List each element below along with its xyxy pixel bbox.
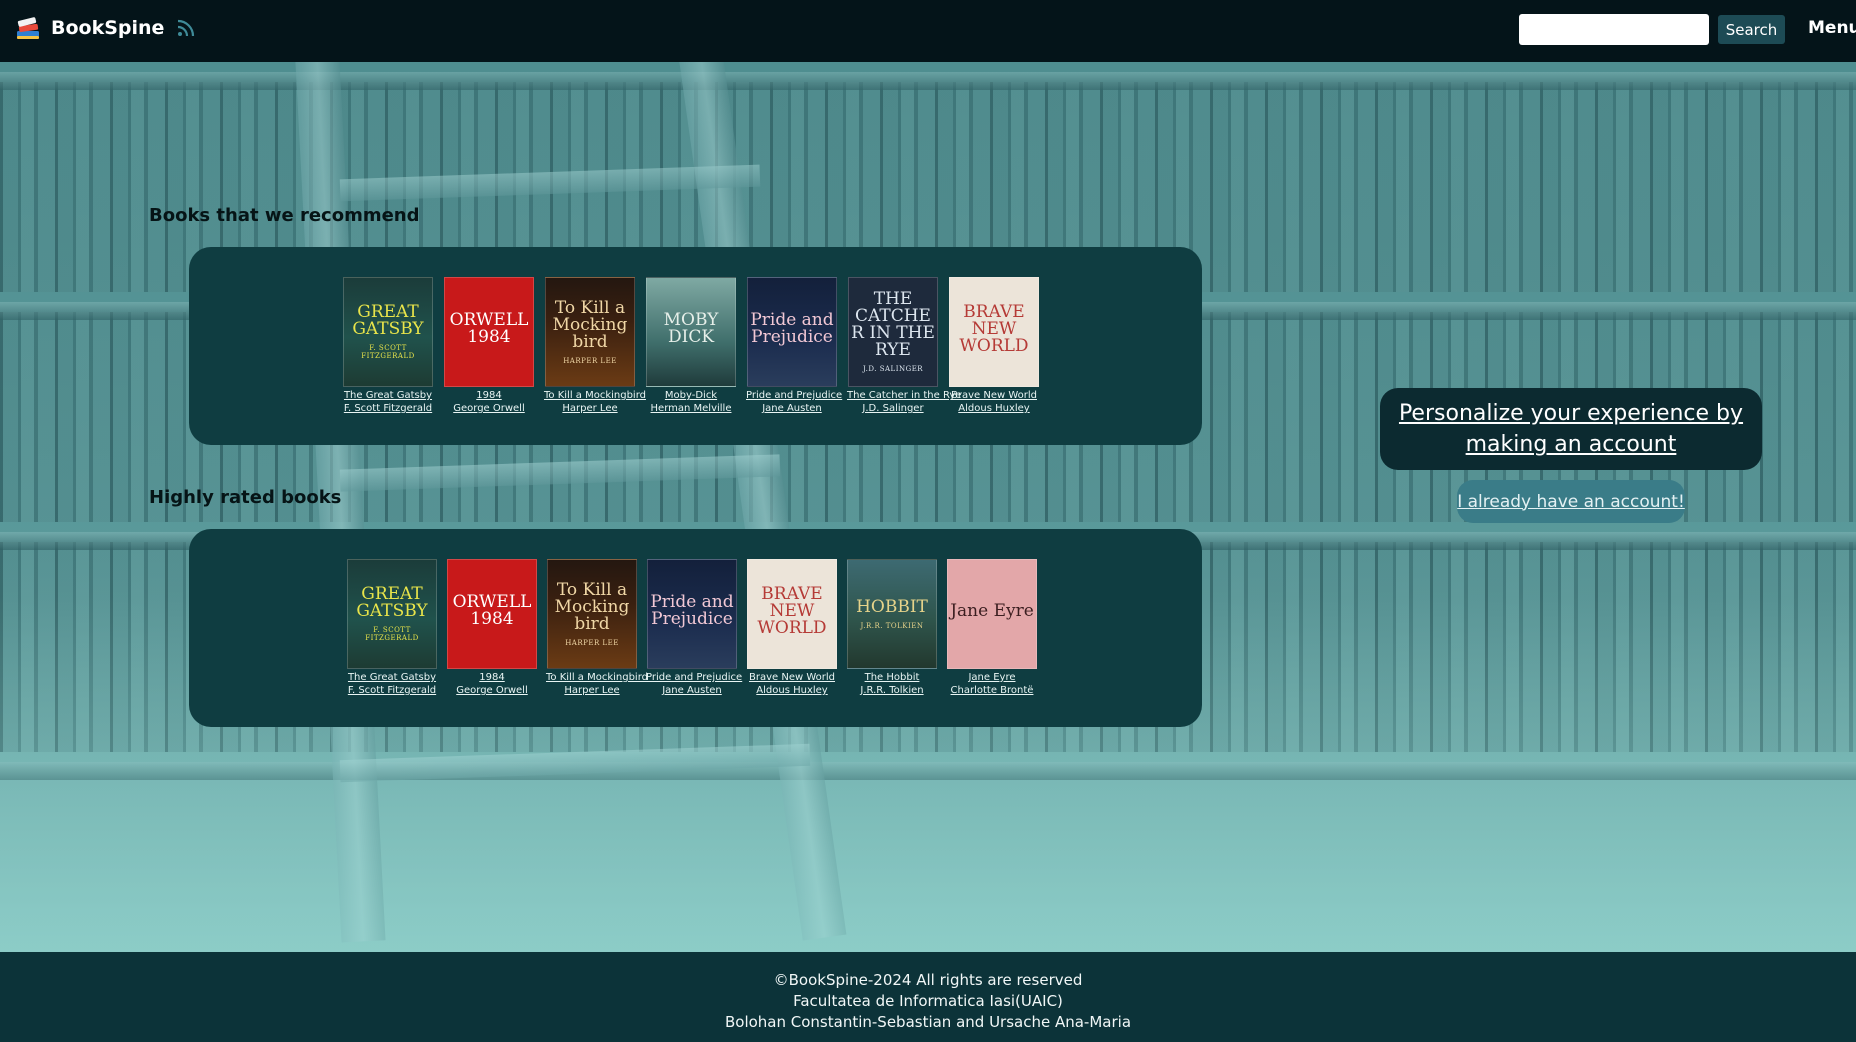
book-tile[interactable]: MOBY DICK Moby-Dick Herman Melville: [645, 277, 737, 415]
book-cover[interactable]: ORWELL 1984: [444, 277, 534, 387]
book-tile[interactable]: ORWELL 1984 1984 George Orwell: [443, 277, 535, 415]
book-tile[interactable]: Jane Eyre Jane Eyre Charlotte Brontë: [946, 559, 1038, 697]
book-cover[interactable]: BRAVE NEW WORLD: [949, 277, 1039, 387]
book-title-link[interactable]: Pride and Prejudice: [746, 389, 842, 402]
book-cover-title: To Kill a Mockingbird: [554, 579, 630, 634]
search-input[interactable]: [1519, 14, 1709, 45]
book-author-link[interactable]: J.D. Salinger: [847, 402, 939, 415]
book-tile[interactable]: BRAVE NEW WORLD Brave New World Aldous Hux…: [746, 559, 838, 697]
footer-faculty: Facultatea de Informatica Iasi(UAIC): [793, 992, 1063, 1010]
book-cover[interactable]: BRAVE NEW WORLD: [747, 559, 837, 669]
recommended-books-card: GREAT GATSBY F. SCOTT FITZGERALD The Great…: [189, 247, 1202, 445]
book-tile[interactable]: THE CATCHER IN THE RYE J.D. SALINGER The C…: [847, 277, 961, 415]
book-cover-title: HOBBIT: [856, 596, 928, 617]
book-tile[interactable]: To Kill a Mockingbird HARPER LEE To Kill a…: [546, 559, 648, 697]
book-tile[interactable]: HOBBIT J.R.R. TOLKIEN The Hobbit J.R.R. Tol…: [846, 559, 938, 697]
book-title-link[interactable]: Brave New World: [746, 671, 838, 684]
book-cover[interactable]: MOBY DICK: [646, 277, 736, 387]
menu-button[interactable]: Menu: [1808, 18, 1856, 38]
brand[interactable]: BookSpine: [14, 14, 198, 42]
book-author-link[interactable]: Aldous Huxley: [746, 684, 838, 697]
book-tile[interactable]: To Kill a Mockingbird HARPER LEE To Kill a…: [544, 277, 646, 415]
book-cover-author: F. SCOTT FITZGERALD: [365, 626, 419, 642]
book-cover-title: GREAT GATSBY: [356, 584, 428, 621]
search-button[interactable]: Search: [1718, 15, 1785, 44]
book-title-link[interactable]: Moby-Dick: [645, 389, 737, 402]
book-cover[interactable]: THE CATCHER IN THE RYE J.D. SALINGER: [848, 277, 938, 387]
book-author-link[interactable]: J.R.R. Tolkien: [846, 684, 938, 697]
rss-icon[interactable]: [174, 16, 198, 40]
book-title-link[interactable]: Pride and Prejudice: [646, 671, 742, 684]
book-cover-title: BRAVE NEW WORLD: [757, 583, 827, 638]
book-title-link[interactable]: Brave New World: [948, 389, 1040, 402]
footer: ©BookSpine-2024 All rights are reserved …: [0, 952, 1856, 1042]
book-cover-title: To Kill a Mockingbird: [552, 297, 628, 352]
book-cover[interactable]: Pride and Prejudice: [647, 559, 737, 669]
book-title-link[interactable]: The Great Gatsby: [342, 389, 434, 402]
book-cover[interactable]: To Kill a Mockingbird HARPER LEE: [545, 277, 635, 387]
book-title-link[interactable]: 1984: [446, 671, 538, 684]
book-tile[interactable]: GREAT GATSBY F. SCOTT FITZGERALD The Great…: [342, 277, 434, 415]
book-cover-author: J.R.R. TOLKIEN: [860, 621, 924, 630]
book-cover-title: Pride and Prejudice: [750, 310, 834, 347]
highly-rated-section-title: Highly rated books: [149, 487, 342, 508]
book-cover-title: GREAT GATSBY: [352, 302, 424, 339]
book-cover-title: ORWELL 1984: [449, 310, 529, 347]
book-author-link[interactable]: Jane Austen: [646, 684, 738, 697]
book-tile[interactable]: GREAT GATSBY F. SCOTT FITZGERALD The Great…: [346, 559, 438, 697]
book-tile[interactable]: Pride and Prejudice Pride and Prejudice Ja…: [746, 277, 842, 415]
book-author-link[interactable]: Charlotte Brontë: [946, 684, 1038, 697]
book-cover-title: BRAVE NEW WORLD: [959, 301, 1029, 356]
book-author-link[interactable]: Jane Austen: [746, 402, 838, 415]
book-title-link[interactable]: Jane Eyre: [946, 671, 1038, 684]
book-cover-author: F. SCOTT FITZGERALD: [361, 344, 415, 360]
book-title-link[interactable]: To Kill a Mockingbird: [546, 671, 648, 684]
book-cover[interactable]: Jane Eyre: [947, 559, 1037, 669]
create-account-link[interactable]: Personalize your experience by making an…: [1380, 398, 1762, 460]
book-tile[interactable]: Pride and Prejudice Pride and Prejudice Ja…: [646, 559, 742, 697]
book-cover-title: THE CATCHER IN THE RYE: [851, 289, 935, 360]
book-author-link[interactable]: Harper Lee: [544, 402, 636, 415]
brand-name[interactable]: BookSpine: [51, 17, 164, 39]
login-box[interactable]: I already have an account!: [1457, 480, 1685, 523]
book-title-link[interactable]: The Catcher in the Rye: [847, 389, 961, 402]
book-author-link[interactable]: F. Scott Fitzgerald: [342, 402, 434, 415]
book-cover[interactable]: ORWELL 1984: [447, 559, 537, 669]
books-stack-icon: [14, 14, 42, 42]
book-author-link[interactable]: F. Scott Fitzgerald: [346, 684, 438, 697]
footer-copyright: ©BookSpine-2024 All rights are reserved: [773, 971, 1083, 989]
book-tile[interactable]: BRAVE NEW WORLD Brave New World Aldous Hux…: [948, 277, 1040, 415]
book-title-link[interactable]: The Great Gatsby: [346, 671, 438, 684]
book-cover-title: ORWELL 1984: [452, 592, 532, 629]
book-author-link[interactable]: George Orwell: [446, 684, 538, 697]
book-cover-title: MOBY DICK: [663, 310, 719, 347]
top-navbar: BookSpine Search Menu: [0, 0, 1856, 62]
book-cover-author: HARPER LEE: [565, 638, 619, 647]
book-cover[interactable]: GREAT GATSBY F. SCOTT FITZGERALD: [343, 277, 433, 387]
book-tile[interactable]: ORWELL 1984 1984 George Orwell: [446, 559, 538, 697]
book-author-link[interactable]: Harper Lee: [546, 684, 638, 697]
book-cover[interactable]: GREAT GATSBY F. SCOTT FITZGERALD: [347, 559, 437, 669]
book-author-link[interactable]: Herman Melville: [645, 402, 737, 415]
book-cover[interactable]: HOBBIT J.R.R. TOLKIEN: [847, 559, 937, 669]
recommended-section-title: Books that we recommend: [149, 205, 420, 226]
book-cover-title: Pride and Prejudice: [650, 592, 734, 629]
login-link[interactable]: I already have an account!: [1457, 492, 1685, 512]
book-cover-author: HARPER LEE: [563, 356, 617, 365]
book-cover[interactable]: Pride and Prejudice: [747, 277, 837, 387]
book-cover-author: J.D. SALINGER: [862, 365, 924, 373]
create-account-box[interactable]: Personalize your experience by making an…: [1380, 388, 1762, 470]
book-title-link[interactable]: To Kill a Mockingbird: [544, 389, 646, 402]
book-author-link[interactable]: George Orwell: [443, 402, 535, 415]
footer-authors: Bolohan Constantin-Sebastian and Ursache…: [724, 1013, 1132, 1031]
book-cover[interactable]: To Kill a Mockingbird HARPER LEE: [547, 559, 637, 669]
book-cover-title: Jane Eyre: [950, 600, 1034, 621]
book-title-link[interactable]: 1984: [443, 389, 535, 402]
highly-rated-books-card: GREAT GATSBY F. SCOTT FITZGERALD The Great…: [189, 529, 1202, 727]
book-title-link[interactable]: The Hobbit: [846, 671, 938, 684]
book-author-link[interactable]: Aldous Huxley: [948, 402, 1040, 415]
